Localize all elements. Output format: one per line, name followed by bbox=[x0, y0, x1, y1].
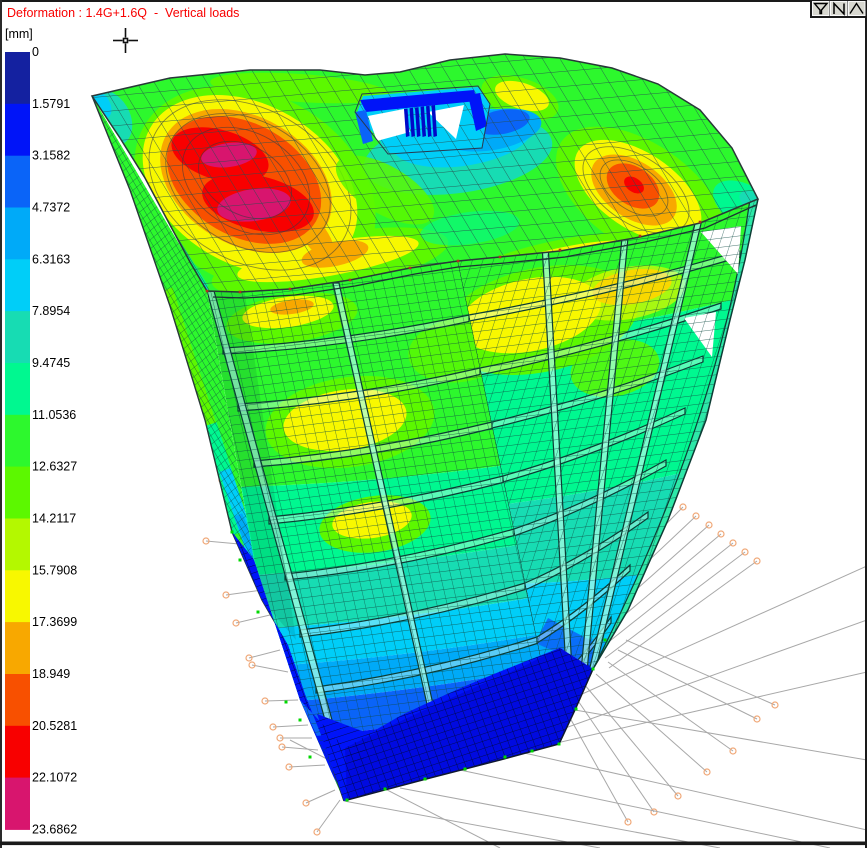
svg-text:1.5791: 1.5791 bbox=[32, 97, 70, 111]
svg-text:Deformation : 1.4G+1.6Q - Ve: Deformation : 1.4G+1.6Q - Vertical loads bbox=[7, 6, 239, 20]
svg-text:22.1072: 22.1072 bbox=[32, 771, 77, 785]
svg-text:9.4745: 9.4745 bbox=[32, 356, 70, 370]
svg-text:14.2117: 14.2117 bbox=[32, 512, 76, 526]
svg-text:3.1582: 3.1582 bbox=[32, 149, 70, 163]
svg-text:[mm]: [mm] bbox=[5, 27, 33, 41]
svg-text:23.6862: 23.6862 bbox=[32, 822, 77, 836]
svg-text:18.949: 18.949 bbox=[32, 667, 70, 681]
svg-text:6.3163: 6.3163 bbox=[32, 252, 70, 266]
svg-text:17.3699: 17.3699 bbox=[32, 615, 77, 629]
svg-text:20.5281: 20.5281 bbox=[32, 719, 77, 733]
svg-text:12.6327: 12.6327 bbox=[32, 460, 77, 474]
svg-text:0: 0 bbox=[32, 45, 39, 59]
svg-text:11.0536: 11.0536 bbox=[32, 408, 76, 422]
svg-text:4.7372: 4.7372 bbox=[32, 201, 70, 215]
svg-text:15.7908: 15.7908 bbox=[32, 563, 77, 577]
svg-text:7.8954: 7.8954 bbox=[32, 304, 70, 318]
